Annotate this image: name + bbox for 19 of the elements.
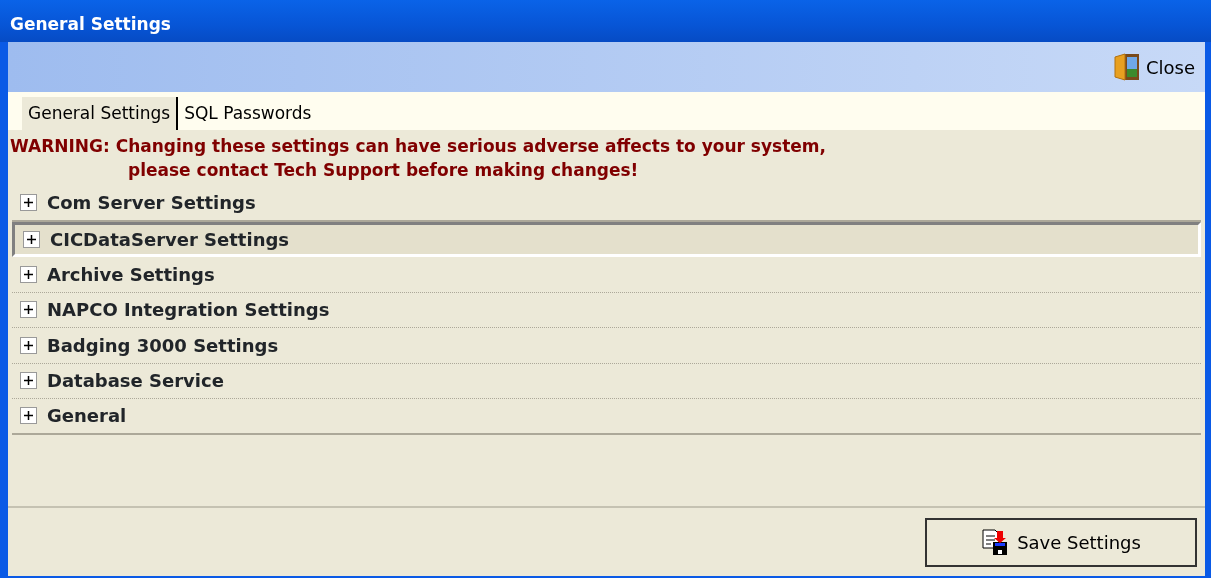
- expand-icon[interactable]: [20, 265, 37, 283]
- warning-text: WARNING: Changing these settings can have serious adverse affects to your system, please contact Tech Support before making changes!: [9, 135, 827, 182]
- window-title: General Settings: [10, 12, 171, 36]
- section-header[interactable]: General: [12, 399, 1201, 435]
- expand-icon[interactable]: [20, 407, 37, 425]
- expand-icon[interactable]: [20, 301, 37, 319]
- section-header[interactable]: NAPCO Integration Settings: [12, 292, 1201, 328]
- expand-icon[interactable]: [20, 336, 37, 354]
- section-header[interactable]: CICDataServer Settings: [12, 221, 1201, 257]
- section-header[interactable]: Archive Settings: [12, 257, 1201, 293]
- section-header[interactable]: Database Service: [12, 363, 1201, 399]
- close-button[interactable]: Close: [1113, 53, 1195, 81]
- door-icon: [1113, 53, 1140, 81]
- tab[interactable]: General Settings: [22, 96, 179, 130]
- save-settings-button[interactable]: Save Settings: [925, 517, 1197, 567]
- expand-icon[interactable]: [20, 372, 37, 390]
- section-header[interactable]: Badging 3000 Settings: [12, 328, 1201, 364]
- expand-icon[interactable]: [23, 230, 40, 248]
- expand-icon[interactable]: [20, 194, 37, 212]
